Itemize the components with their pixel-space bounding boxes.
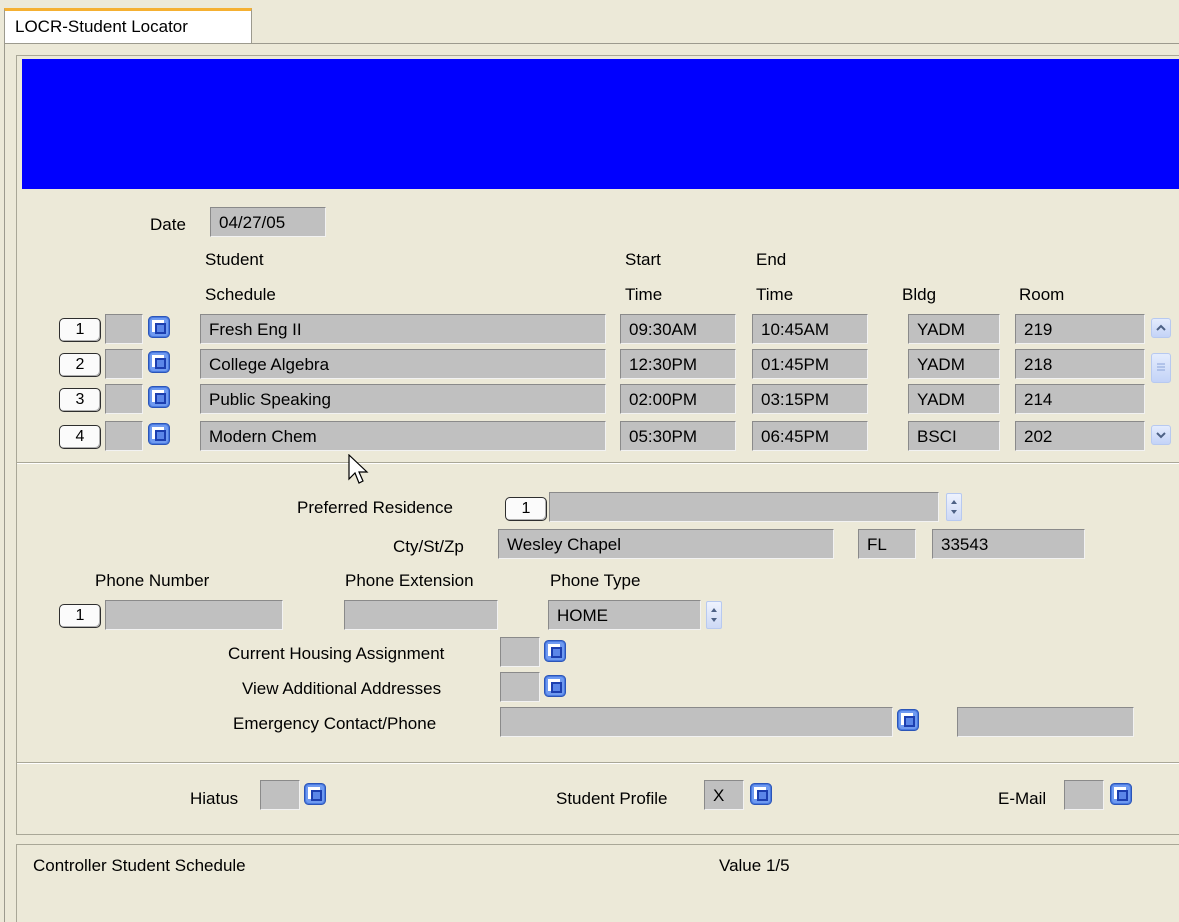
- row-number-button[interactable]: 3: [59, 388, 101, 412]
- end-time-field[interactable]: 10:45AM: [752, 314, 868, 344]
- row-selector-field[interactable]: [105, 421, 143, 451]
- zip-field[interactable]: 33543: [932, 529, 1085, 559]
- bldg-field[interactable]: YADM: [908, 384, 1000, 414]
- preferred-residence-field[interactable]: [549, 492, 939, 522]
- header-student: Student: [205, 250, 264, 269]
- preferred-residence-label: Preferred Residence: [297, 498, 453, 517]
- scroll-thumb[interactable]: [1151, 353, 1171, 383]
- chevron-down-icon: [1156, 432, 1166, 439]
- scroll-down-button[interactable]: [1151, 425, 1171, 445]
- chevron-up-icon: [1156, 324, 1166, 331]
- header-bldg: Bldg: [902, 285, 937, 304]
- phone-number-label: Phone Number: [95, 571, 210, 590]
- hiatus-field[interactable]: [260, 780, 300, 810]
- additional-addresses-label: View Additional Addresses: [242, 679, 442, 698]
- end-time-field[interactable]: 06:45PM: [752, 421, 868, 451]
- phone-type-label: Phone Type: [550, 571, 641, 590]
- row-number-button[interactable]: 4: [59, 425, 101, 449]
- lookup-icon[interactable]: [148, 386, 170, 408]
- header-start-time: Time: [625, 285, 663, 304]
- tab-title: LOCR-Student Locator: [15, 17, 188, 36]
- header-banner: [22, 59, 1179, 189]
- lookup-icon[interactable]: [897, 709, 919, 731]
- phone-extension-field[interactable]: [344, 600, 498, 630]
- status-record-count: Value 1/5: [719, 856, 790, 875]
- room-field[interactable]: 218: [1015, 349, 1145, 379]
- bldg-field[interactable]: YADM: [908, 349, 1000, 379]
- header-end: End: [756, 250, 787, 269]
- phone-type-spinner[interactable]: [706, 601, 722, 629]
- start-time-field[interactable]: 12:30PM: [620, 349, 736, 379]
- residence-number-button[interactable]: 1: [505, 497, 547, 521]
- emergency-contact-label: Emergency Contact/Phone: [233, 714, 437, 733]
- course-field[interactable]: Modern Chem: [200, 421, 606, 451]
- date-field[interactable]: 04/27/05: [210, 207, 326, 237]
- start-time-field[interactable]: 09:30AM: [620, 314, 736, 344]
- city-field[interactable]: Wesley Chapel: [498, 529, 834, 559]
- room-field[interactable]: 202: [1015, 421, 1145, 451]
- bldg-field[interactable]: YADM: [908, 314, 1000, 344]
- lookup-icon[interactable]: [148, 423, 170, 445]
- end-time-field[interactable]: 01:45PM: [752, 349, 868, 379]
- email-label: E-Mail: [998, 789, 1047, 808]
- emergency-phone-field[interactable]: [957, 707, 1134, 737]
- student-profile-field[interactable]: X: [704, 780, 744, 810]
- current-housing-label: Current Housing Assignment: [228, 644, 445, 663]
- room-field[interactable]: 219: [1015, 314, 1145, 344]
- lookup-icon[interactable]: [544, 640, 566, 662]
- tab-student-locator[interactable]: LOCR-Student Locator: [4, 8, 252, 44]
- city-state-zip-label: Cty/St/Zp: [393, 537, 464, 556]
- bldg-field[interactable]: BSCI: [908, 421, 1000, 451]
- additional-addresses-field[interactable]: [500, 672, 540, 702]
- scroll-up-button[interactable]: [1151, 318, 1171, 338]
- course-field[interactable]: Public Speaking: [200, 384, 606, 414]
- phone-type-field[interactable]: HOME: [548, 600, 701, 630]
- lookup-icon[interactable]: [544, 675, 566, 697]
- emergency-contact-field[interactable]: [500, 707, 893, 737]
- spinner-arrows-icon: [951, 500, 957, 514]
- email-field[interactable]: [1064, 780, 1104, 810]
- header-schedule: Schedule: [205, 285, 276, 304]
- lookup-icon[interactable]: [148, 316, 170, 338]
- lookup-icon[interactable]: [750, 783, 772, 805]
- start-time-field[interactable]: 02:00PM: [620, 384, 736, 414]
- mouse-cursor-icon: [348, 454, 369, 484]
- header-end-time: Time: [756, 285, 794, 304]
- lookup-icon[interactable]: [1110, 783, 1132, 805]
- end-time-field[interactable]: 03:15PM: [752, 384, 868, 414]
- status-message: Controller Student Schedule: [33, 856, 246, 875]
- section-divider-highlight: [17, 763, 1179, 764]
- course-field[interactable]: College Algebra: [200, 349, 606, 379]
- row-number-button[interactable]: 2: [59, 353, 101, 377]
- phone-number-button[interactable]: 1: [59, 604, 101, 628]
- grip-icon: [1157, 363, 1165, 371]
- spinner-arrows-icon: [711, 608, 717, 622]
- state-field[interactable]: FL: [858, 529, 916, 559]
- row-selector-field[interactable]: [105, 314, 143, 344]
- row-selector-field[interactable]: [105, 349, 143, 379]
- residence-spinner[interactable]: [946, 493, 962, 521]
- lookup-icon[interactable]: [304, 783, 326, 805]
- section-divider-highlight: [17, 463, 1179, 464]
- phone-extension-label: Phone Extension: [345, 571, 474, 590]
- student-profile-label: Student Profile: [556, 789, 668, 808]
- room-field[interactable]: 214: [1015, 384, 1145, 414]
- course-field[interactable]: Fresh Eng II: [200, 314, 606, 344]
- header-room: Room: [1019, 285, 1065, 304]
- header-start: Start: [625, 250, 661, 269]
- lookup-icon[interactable]: [148, 351, 170, 373]
- hiatus-label: Hiatus: [190, 789, 239, 808]
- date-label: Date: [150, 215, 186, 234]
- start-time-field[interactable]: 05:30PM: [620, 421, 736, 451]
- current-housing-field[interactable]: [500, 637, 540, 667]
- row-number-button[interactable]: 1: [59, 318, 101, 342]
- phone-number-field[interactable]: [105, 600, 283, 630]
- row-selector-field[interactable]: [105, 384, 143, 414]
